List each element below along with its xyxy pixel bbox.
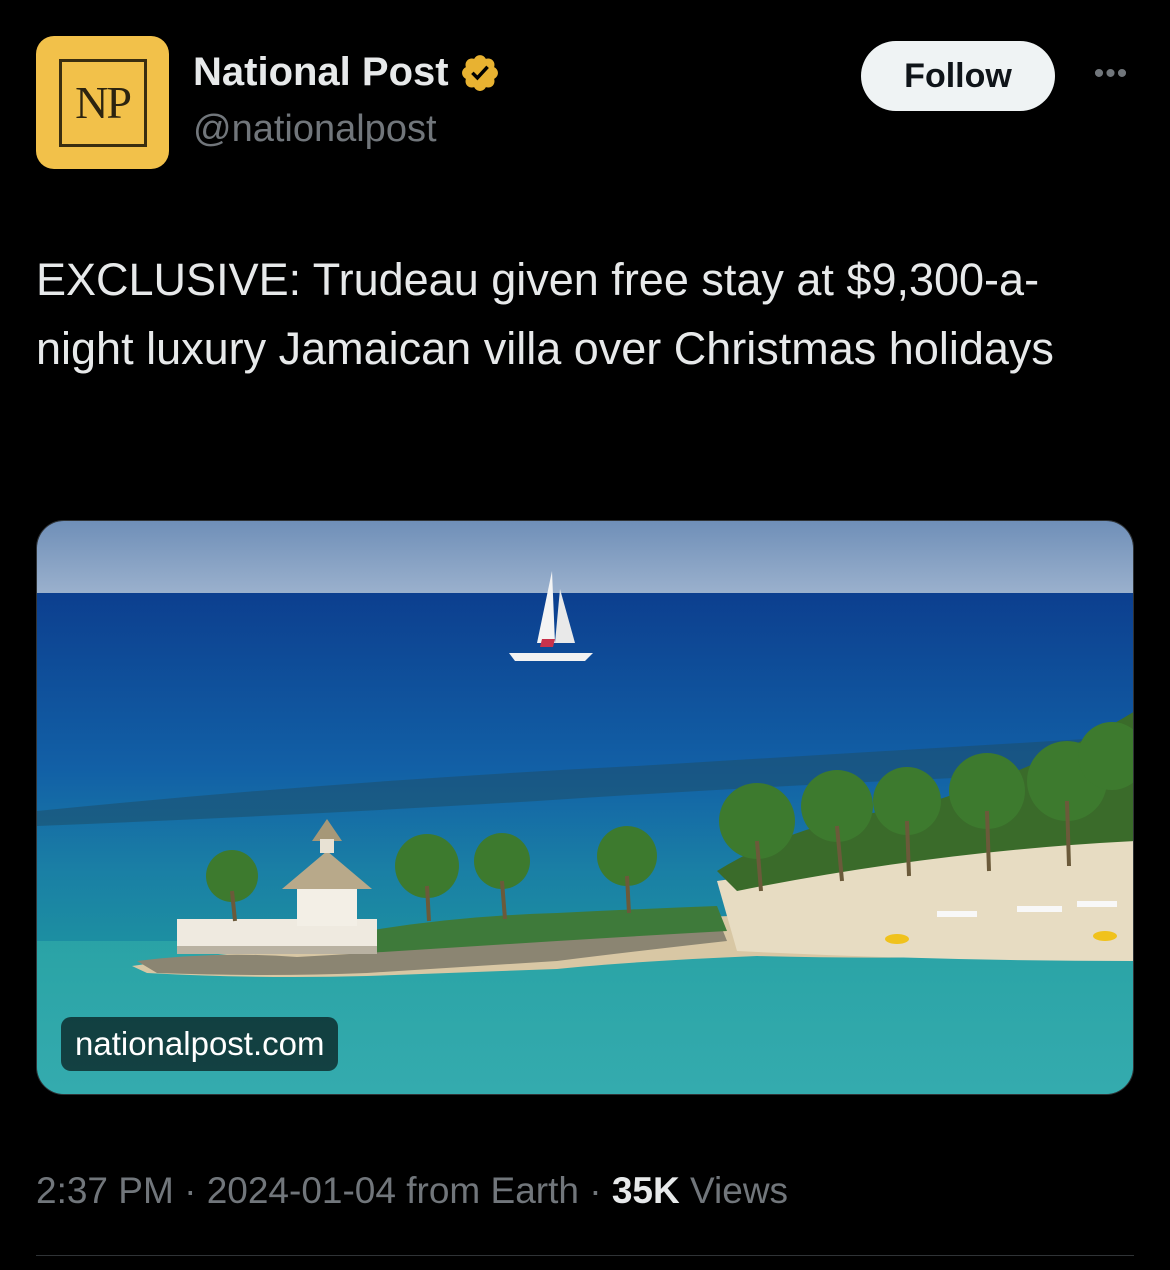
tweet-text: EXCLUSIVE: Trudeau given free stay at $9… <box>36 254 1054 374</box>
link-domain-badge[interactable]: nationalpost.com <box>61 1017 339 1071</box>
tweet-media-card[interactable]: nationalpost.com <box>36 520 1134 1095</box>
meta-separator: · <box>173 1170 207 1211</box>
timestamp-time[interactable]: 2:37 PM <box>36 1170 174 1211</box>
follow-button[interactable]: Follow <box>861 41 1055 111</box>
verified-badge-icon <box>461 54 498 91</box>
more-dots-icon[interactable]: ••• <box>1089 54 1133 94</box>
name-row: National Post <box>193 50 501 95</box>
display-name[interactable]: National Post <box>193 50 449 95</box>
tweet-header: NP National Post @nationalpost Follow ••… <box>36 36 1134 176</box>
avatar[interactable]: NP <box>36 36 169 169</box>
avatar-logo-frame: NP <box>58 58 147 147</box>
posted-from: from Earth <box>395 1170 579 1211</box>
timestamp-date[interactable]: 2024-01-04 <box>207 1170 396 1211</box>
avatar-logo-text: NP <box>75 77 132 128</box>
meta-separator: · <box>578 1170 612 1211</box>
views-count[interactable]: 35K <box>612 1170 680 1211</box>
tweet-metadata: 2:37 PM · 2024-01-04 from Earth · 35K Vi… <box>36 1170 788 1212</box>
views-label: Views <box>679 1170 789 1211</box>
handle[interactable]: @nationalpost <box>193 108 437 151</box>
divider <box>36 1255 1134 1256</box>
beach-photo <box>37 521 1133 1094</box>
